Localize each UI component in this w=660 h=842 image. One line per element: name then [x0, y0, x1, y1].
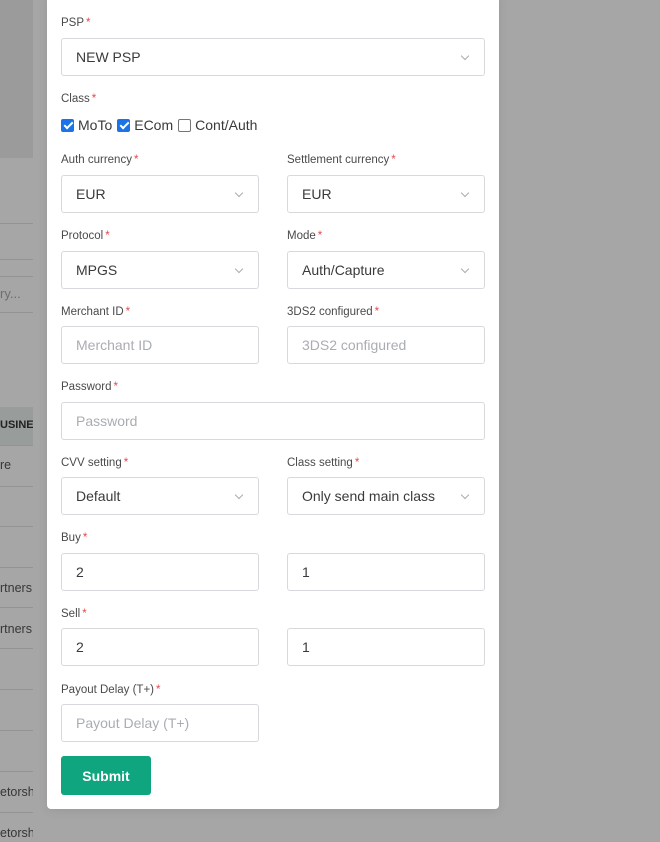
sell-input-2[interactable]: 1	[287, 628, 485, 666]
merchant-id-label: Merchant ID *	[61, 306, 131, 318]
protocol-value: MPGS	[76, 262, 118, 278]
chevron-down-icon	[460, 189, 470, 199]
settlement-currency-label: Settlement currency *	[287, 154, 396, 166]
protocol-label: Protocol *	[61, 230, 110, 242]
checkbox-ecom[interactable]	[117, 118, 131, 132]
checkbox-label: ECom	[134, 117, 174, 133]
settlement-currency-value: EUR	[302, 186, 332, 202]
class-setting-select[interactable]: Only send main class	[287, 477, 485, 515]
class-option-ecom[interactable]: ECom	[117, 117, 173, 133]
chevron-down-icon	[460, 52, 470, 62]
auth-currency-label: Auth currency *	[61, 154, 139, 166]
sell-value-2: 1	[302, 639, 310, 655]
merchant-id-input[interactable]: Merchant ID	[61, 326, 259, 364]
buy-input-2[interactable]: 1	[287, 553, 485, 591]
settlement-currency-select[interactable]: EUR	[287, 175, 485, 213]
checkbox-label: MoTo	[78, 117, 113, 133]
psp-label: PSP *	[61, 17, 91, 29]
class-setting-value: Only send main class	[302, 488, 436, 504]
chevron-down-icon	[234, 491, 244, 501]
three-ds2-input[interactable]: 3DS2 configured	[287, 326, 485, 364]
three-ds2-placeholder: 3DS2 configured	[302, 337, 407, 353]
cvv-setting-select[interactable]: Default	[61, 477, 259, 515]
chevron-down-icon	[234, 189, 244, 199]
sell-value-1: 2	[76, 639, 84, 655]
auth-currency-select[interactable]: EUR	[61, 175, 259, 213]
merchant-id-placeholder: Merchant ID	[76, 337, 153, 353]
chevron-down-icon	[234, 265, 244, 275]
payout-delay-label: Payout Delay (T+) *	[61, 684, 161, 696]
psp-select-value: NEW PSP	[76, 49, 141, 65]
buy-value-2: 1	[302, 564, 310, 580]
sell-input-1[interactable]: 2	[61, 628, 259, 666]
password-label: Password *	[61, 381, 118, 393]
cvv-setting-label: CVV setting *	[61, 457, 129, 469]
protocol-select[interactable]: MPGS	[61, 251, 259, 289]
checkbox-moto[interactable]	[61, 118, 74, 132]
viewport: ry... USINES re rtners rtners etorsh eto…	[0, 0, 660, 842]
buy-input-1[interactable]: 2	[61, 553, 259, 591]
mode-select[interactable]: Auth/Capture	[287, 251, 485, 289]
password-input[interactable]: Password	[61, 402, 485, 440]
chevron-down-icon	[460, 265, 470, 275]
class-setting-label: Class setting *	[287, 457, 360, 469]
three-ds2-label: 3DS2 configured *	[287, 306, 380, 318]
buy-value-1: 2	[76, 564, 84, 580]
class-label: Class *	[61, 93, 97, 105]
payout-delay-placeholder: Payout Delay (T+)	[76, 715, 190, 731]
checkbox-cont-auth[interactable]	[178, 118, 192, 132]
sell-label: Sell *	[61, 608, 87, 620]
submit-button[interactable]: Submit	[61, 756, 151, 795]
password-placeholder: Password	[76, 413, 138, 429]
psp-select[interactable]: NEW PSP	[61, 38, 485, 76]
mode-label: Mode *	[287, 230, 323, 242]
payout-delay-input[interactable]: Payout Delay (T+)	[61, 704, 259, 742]
class-option-cont-auth[interactable]: Cont/Auth	[178, 117, 257, 133]
auth-currency-value: EUR	[76, 186, 106, 202]
chevron-down-icon	[460, 491, 470, 501]
buy-label: Buy *	[61, 532, 88, 544]
class-checkbox-group: MoTo ECom Cont/Auth	[61, 117, 262, 133]
mode-value: Auth/Capture	[302, 262, 385, 278]
cvv-setting-value: Default	[76, 488, 121, 504]
checkbox-label: Cont/Auth	[195, 117, 258, 133]
class-option-moto[interactable]: MoTo	[61, 117, 112, 133]
